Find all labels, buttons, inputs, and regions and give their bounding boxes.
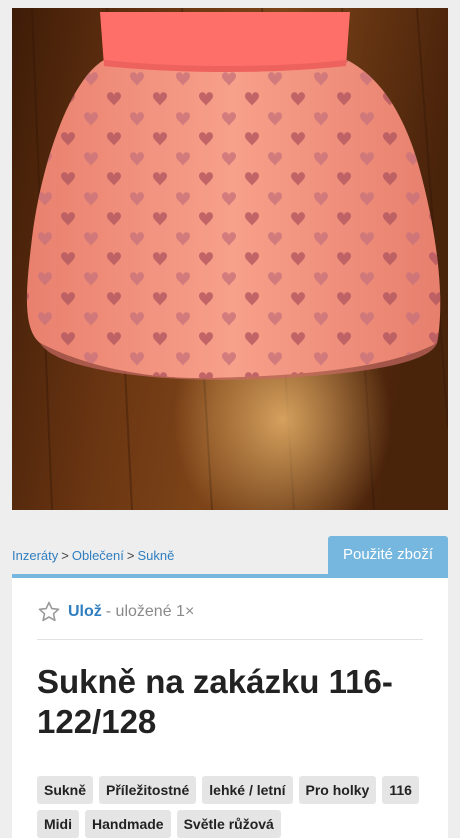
- card-divider: [37, 639, 423, 640]
- product-photo[interactable]: [12, 8, 448, 510]
- saved-count: - uložené 1×: [105, 603, 195, 620]
- save-row: Ulož - uložené 1×: [37, 598, 194, 626]
- breadcrumb-inzeraty[interactable]: Inzeráty: [12, 548, 58, 563]
- tag-item[interactable]: 116: [382, 776, 419, 804]
- breadcrumb-sukne[interactable]: Sukně: [137, 548, 174, 563]
- tag-item[interactable]: Handmade: [85, 810, 171, 838]
- breadcrumb-bar: Inzeráty > Oblečení > Sukně Použité zboží: [0, 536, 460, 578]
- tag-item[interactable]: Pro holky: [298, 776, 377, 804]
- skirt-image: [12, 8, 448, 510]
- listing-page: Inzeráty > Oblečení > Sukně Použité zboží Ul…: [0, 0, 460, 838]
- breadcrumb: Inzeráty > Oblečení > Sukně: [12, 548, 174, 563]
- listing-title: Sukně na zakázku 116-122/128: [37, 663, 393, 740]
- tag-item[interactable]: Sukně: [37, 776, 94, 804]
- star-outline-icon[interactable]: [37, 600, 61, 624]
- breadcrumb-separator: >: [61, 548, 69, 563]
- tag-item[interactable]: lehké / letní: [202, 776, 293, 804]
- tag-item[interactable]: Midi: [37, 810, 79, 838]
- save-button[interactable]: Ulož: [68, 603, 102, 621]
- tag-list: Sukně Příležitostné lehké / letní Pro ho…: [37, 776, 437, 838]
- breadcrumb-obleceni[interactable]: Oblečení: [72, 548, 124, 563]
- condition-badge: Použité zboží: [328, 536, 448, 574]
- breadcrumb-separator: >: [126, 548, 135, 563]
- tag-item[interactable]: Světle růžová: [176, 810, 281, 838]
- listing-card: Ulož - uložené 1× Sukně na zakázku 116-1…: [12, 578, 448, 838]
- tag-item[interactable]: Příležitostné: [99, 776, 197, 804]
